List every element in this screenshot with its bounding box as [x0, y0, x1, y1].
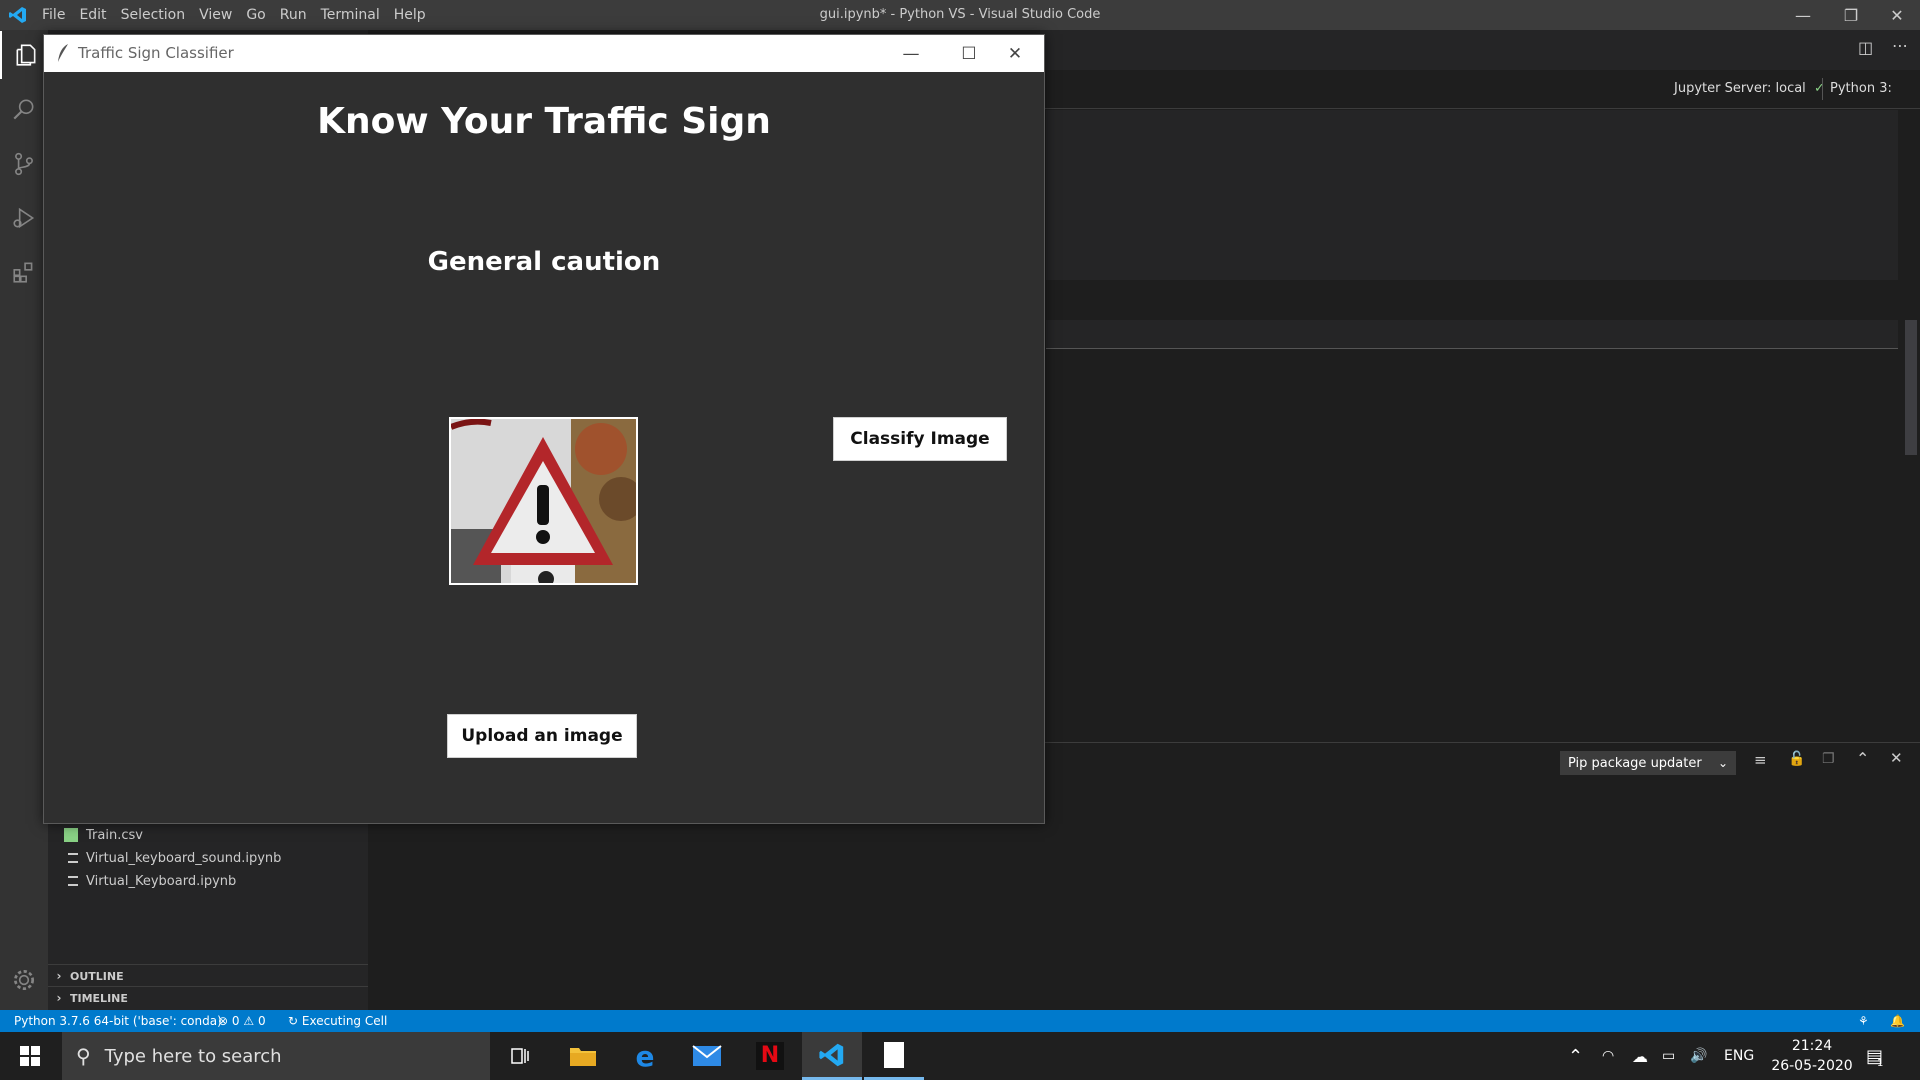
- sync-spinner-icon: ↻: [288, 1014, 299, 1028]
- file-label: Train.csv: [86, 827, 143, 843]
- csv-file-icon: [64, 828, 78, 842]
- more-actions-icon[interactable]: ⋯: [1892, 36, 1908, 55]
- run-debug-icon[interactable]: [0, 194, 48, 242]
- section-label: OUTLINE: [70, 969, 124, 983]
- python-interpreter-status[interactable]: Python 3.7.6 64-bit ('base': conda): [14, 1010, 222, 1032]
- open-log-icon[interactable]: ❐: [1822, 751, 1835, 767]
- kernel-status[interactable]: Python 3: Busy: [1830, 70, 1920, 134]
- feather-tk-icon: [56, 43, 70, 63]
- file-item-virtual-keyboard[interactable]: Virtual_Keyboard.ipynb: [68, 870, 236, 892]
- live-share-icon[interactable]: ⚘: [1858, 1010, 1869, 1032]
- vscode-taskbar-icon[interactable]: [802, 1032, 862, 1080]
- file-item-train-csv[interactable]: Train.csv: [64, 824, 143, 846]
- volume-icon[interactable]: 🔊: [1690, 1032, 1707, 1080]
- edge-browser-icon[interactable]: e: [615, 1032, 675, 1080]
- activity-bar: [0, 30, 48, 1010]
- output-channel-label: Pip package updater: [1568, 755, 1702, 771]
- jupyter-server-label: Jupyter Server: local: [1674, 81, 1806, 96]
- show-hidden-icons-icon[interactable]: ⌃: [1568, 1032, 1583, 1080]
- app-window-title: Traffic Sign Classifier: [78, 44, 234, 62]
- output-panel: Pip package updater ⌄ ≡ 🔓 ❐ ⌃ ✕: [1040, 742, 1920, 1011]
- section-label: TIMELINE: [70, 991, 128, 1005]
- uploaded-sign-image: [449, 417, 638, 585]
- status-bar: Python 3.7.6 64-bit ('base': conda) ⊗ 0 …: [0, 1010, 1920, 1032]
- clock[interactable]: 21:24 26-05-2020: [1766, 1034, 1858, 1078]
- editor-tab-strip: ◫ ⋯: [1040, 30, 1920, 70]
- search-icon[interactable]: [0, 86, 48, 134]
- classify-image-button[interactable]: Classify Image: [833, 417, 1007, 461]
- source-control-icon[interactable]: [0, 140, 48, 188]
- notebook-file-icon: [68, 853, 78, 863]
- search-magnifier-icon: ⚲: [76, 1044, 91, 1068]
- timeline-section[interactable]: › TIMELINE: [48, 986, 368, 1009]
- file-item-virtual-keyboard-sound[interactable]: Virtual_keyboard_sound.ipynb: [68, 847, 281, 869]
- jupyter-toolbar: Jupyter Server: local ✓ Python 3: Busy: [1040, 70, 1920, 134]
- window-title: gui.ipynb* - Python VS - Visual Studio C…: [819, 7, 1101, 22]
- action-center-icon[interactable]: ▤ 1: [1866, 1032, 1883, 1080]
- classification-result: General caution: [427, 247, 661, 277]
- search-placeholder: Type here to search: [104, 1045, 282, 1067]
- app-heading: Know Your Traffic Sign: [317, 101, 771, 142]
- extensions-icon[interactable]: [0, 248, 48, 296]
- netflix-icon[interactable]: N: [740, 1032, 800, 1080]
- problems-status[interactable]: ⊗ 0 ⚠ 0: [218, 1010, 266, 1032]
- settings-gear-icon[interactable]: [0, 956, 48, 1004]
- close-panel-icon[interactable]: ✕: [1890, 749, 1903, 767]
- taskbar-search-box[interactable]: ⚲ Type here to search: [62, 1032, 490, 1080]
- onedrive-cloud-icon[interactable]: ☁: [1632, 1032, 1648, 1080]
- chevron-right-icon: ›: [56, 969, 62, 983]
- notepad-file-icon[interactable]: [864, 1032, 924, 1080]
- toolbar-divider: [1822, 78, 1823, 100]
- executing-cell-status[interactable]: ↻ Executing Cell: [288, 1010, 387, 1032]
- warning-count: 0: [257, 1014, 266, 1028]
- input-language[interactable]: ENG: [1724, 1032, 1754, 1080]
- vscode-titlebar: File Edit Selection View Go Run Terminal…: [0, 0, 1920, 30]
- wifi-icon[interactable]: ◠: [1602, 1032, 1614, 1080]
- app-titlebar[interactable]: Traffic Sign Classifier — ☐ ✕: [44, 35, 1044, 72]
- outline-section[interactable]: › OUTLINE: [48, 964, 368, 987]
- clock-time: 21:24: [1791, 1038, 1833, 1054]
- traffic-sign-classifier-window: Traffic Sign Classifier — ☐ ✕ Know Your …: [43, 34, 1045, 824]
- app-close-button[interactable]: ✕: [986, 35, 1044, 72]
- notification-count: 1: [1877, 1057, 1884, 1069]
- file-label: Virtual_keyboard_sound.ipynb: [86, 850, 282, 866]
- mail-icon[interactable]: [677, 1032, 737, 1080]
- task-view-icon[interactable]: [490, 1032, 550, 1080]
- clock-date: 26-05-2020: [1771, 1058, 1853, 1074]
- jupyter-server-status[interactable]: Jupyter Server: local ✓: [1674, 70, 1825, 108]
- executing-label: Executing Cell: [301, 1014, 388, 1028]
- notifications-bell-icon[interactable]: 🔔: [1890, 1010, 1905, 1032]
- vscode-minimize-button[interactable]: —: [1780, 0, 1826, 30]
- notebook-cell[interactable]: [1046, 110, 1898, 280]
- windows-taskbar: ⚲ Type here to search e N ⌃ ◠ ☁ ▭ 🔊 ENG …: [0, 1032, 1920, 1080]
- chevron-right-icon: ›: [56, 991, 62, 1005]
- battery-icon[interactable]: ▭: [1662, 1032, 1675, 1080]
- clear-output-icon[interactable]: ≡: [1754, 751, 1767, 769]
- warning-icon: ⚠: [243, 1014, 255, 1028]
- output-channel-select[interactable]: Pip package updater ⌄: [1560, 751, 1736, 775]
- app-minimize-button[interactable]: —: [882, 35, 940, 72]
- vscode-restore-button[interactable]: ❐: [1828, 0, 1874, 30]
- error-icon: ⊗: [218, 1014, 229, 1028]
- split-editor-icon[interactable]: ◫: [1858, 38, 1873, 57]
- maximize-panel-icon[interactable]: ⌃: [1856, 749, 1869, 768]
- notebook-cell[interactable]: [1046, 320, 1898, 349]
- notebook-file-icon: [68, 876, 78, 886]
- windows-start-icon[interactable]: [0, 1032, 60, 1080]
- lock-scroll-icon[interactable]: 🔓: [1788, 751, 1805, 767]
- connected-plug-icon: ✓: [1813, 81, 1825, 96]
- error-count: 0: [231, 1014, 240, 1028]
- vscode-close-button[interactable]: ✕: [1874, 0, 1920, 30]
- file-label: Virtual_Keyboard.ipynb: [86, 873, 237, 889]
- upload-image-button[interactable]: Upload an image: [447, 714, 637, 758]
- file-explorer-icon[interactable]: [553, 1032, 613, 1080]
- editor-scrollbar[interactable]: [1905, 320, 1917, 455]
- chevron-down-icon: ⌄: [1717, 756, 1728, 770]
